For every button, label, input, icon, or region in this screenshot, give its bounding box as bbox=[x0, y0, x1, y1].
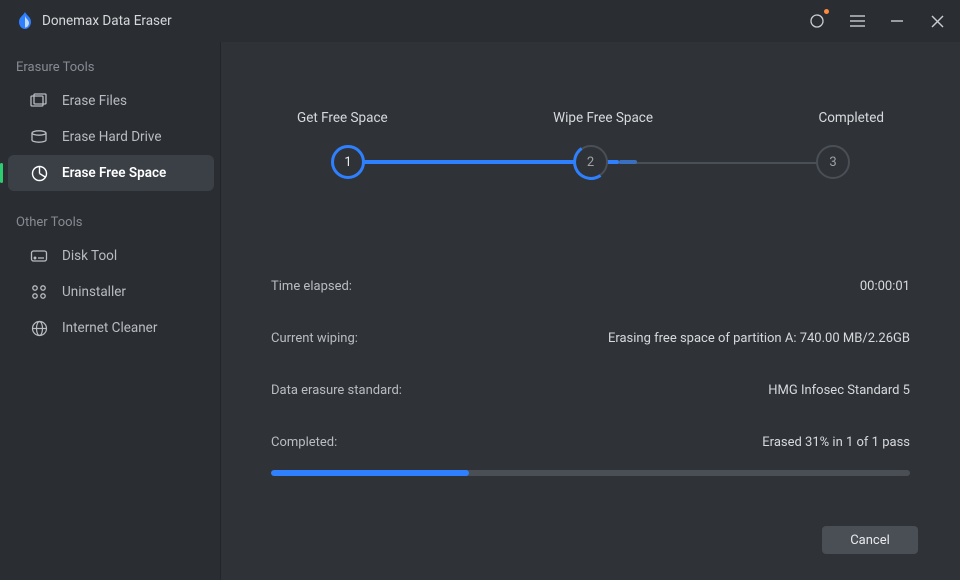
step-circle-2: 2 bbox=[574, 145, 608, 179]
current-wiping-label: Current wiping: bbox=[271, 331, 358, 346]
step-line-partial bbox=[619, 160, 637, 164]
main-panel: Get Free Space Wipe Free Space Completed… bbox=[221, 42, 960, 580]
sidebar-item-label: Internet Cleaner bbox=[62, 320, 157, 336]
sidebar-item-disk-tool[interactable]: Disk Tool bbox=[8, 238, 214, 274]
progress-fill bbox=[271, 470, 469, 476]
menu-icon[interactable] bbox=[846, 10, 868, 32]
sidebar-item-label: Erase Files bbox=[62, 93, 127, 109]
step-label-3: Completed bbox=[818, 110, 884, 126]
cancel-button[interactable]: Cancel bbox=[822, 526, 918, 554]
pie-icon bbox=[30, 164, 48, 182]
progress-bar bbox=[271, 470, 910, 476]
standard-label: Data erasure standard: bbox=[271, 383, 402, 398]
step-circle-3: 3 bbox=[816, 145, 850, 179]
disk-icon bbox=[30, 247, 48, 265]
app-logo-icon bbox=[16, 12, 34, 30]
sidebar-item-label: Disk Tool bbox=[62, 248, 117, 264]
titlebar: Donemax Data Eraser bbox=[0, 0, 960, 42]
step-label-1: Get Free Space bbox=[297, 110, 388, 126]
time-elapsed-label: Time elapsed: bbox=[271, 279, 352, 294]
sidebar-item-erase-hard-drive[interactable]: Erase Hard Drive bbox=[8, 119, 214, 155]
grid-icon bbox=[30, 283, 48, 301]
sidebar-item-internet-cleaner[interactable]: Internet Cleaner bbox=[8, 310, 214, 346]
sidebar-item-erase-files[interactable]: Erase Files bbox=[8, 83, 214, 119]
details-section: Time elapsed: 00:00:01 Current wiping: E… bbox=[221, 260, 960, 476]
current-wiping-value: Erasing free space of partition A: 740.0… bbox=[608, 331, 910, 346]
sidebar-item-label: Erase Hard Drive bbox=[62, 129, 162, 145]
hard-drive-icon bbox=[30, 128, 48, 146]
sidebar-item-uninstaller[interactable]: Uninstaller bbox=[8, 274, 214, 310]
step-label-2: Wipe Free Space bbox=[553, 110, 653, 126]
close-icon[interactable] bbox=[926, 10, 948, 32]
files-icon bbox=[30, 92, 48, 110]
minimize-icon[interactable] bbox=[886, 10, 908, 32]
sidebar-section-other: Other Tools bbox=[0, 211, 220, 238]
sidebar: Erasure Tools Erase Files Erase Hard Dri… bbox=[0, 42, 221, 580]
completed-label: Completed: bbox=[271, 435, 337, 450]
sidebar-section-erasure: Erasure Tools bbox=[0, 56, 220, 83]
sidebar-item-label: Uninstaller bbox=[62, 284, 126, 300]
completed-value: Erased 31% in 1 of 1 pass bbox=[762, 435, 910, 450]
time-elapsed-value: 00:00:01 bbox=[860, 279, 910, 294]
app-title: Donemax Data Eraser bbox=[42, 13, 172, 29]
step-circle-1: 1 bbox=[331, 145, 365, 179]
globe-icon bbox=[30, 319, 48, 337]
sidebar-item-label: Erase Free Space bbox=[62, 165, 166, 181]
sidebar-item-erase-free-space[interactable]: Erase Free Space bbox=[8, 155, 214, 191]
progress-stepper: Get Free Space Wipe Free Space Completed… bbox=[221, 110, 960, 180]
standard-value: HMG Infosec Standard 5 bbox=[768, 383, 910, 398]
upgrade-icon[interactable] bbox=[806, 10, 828, 32]
